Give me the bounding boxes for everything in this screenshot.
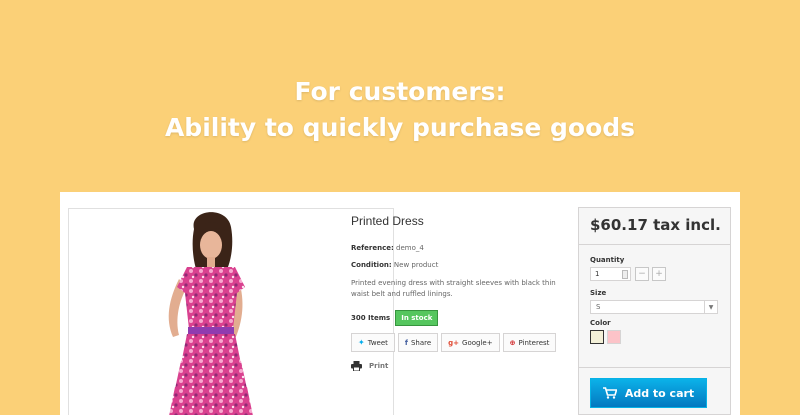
color-label: Color	[590, 319, 611, 327]
cart-area: Add to cart	[579, 368, 730, 408]
add-to-cart-button[interactable]: Add to cart	[590, 378, 707, 408]
chevron-down-icon: ▼	[704, 301, 717, 313]
google-plus-label: Google+	[462, 338, 493, 347]
cart-icon	[602, 387, 617, 399]
quantity-plus-button[interactable]: +	[652, 267, 666, 281]
product-name: Printed Dress	[351, 214, 424, 228]
printer-icon	[351, 361, 362, 371]
dress-model-illustration	[168, 212, 253, 415]
social-share-row: ✦ Tweet f Share g+ Google+ ⊕ Pinterest	[351, 333, 566, 352]
pinterest-button[interactable]: ⊕ Pinterest	[502, 333, 557, 352]
google-plus-button[interactable]: g+ Google+	[441, 333, 500, 352]
size-value: S	[596, 303, 601, 311]
quantity-spinner[interactable]	[622, 270, 628, 279]
quantity-row: 1 − +	[590, 267, 730, 281]
size-select[interactable]: S ▼	[590, 300, 718, 314]
print-link[interactable]: Print	[351, 361, 566, 371]
add-to-cart-label: Add to cart	[624, 386, 695, 400]
pinterest-label: Pinterest	[518, 338, 550, 347]
in-stock-badge: In stock	[395, 310, 439, 326]
headline-line-1: For customers:	[294, 77, 506, 106]
product-description: Printed evening dress with straight slee…	[351, 279, 556, 298]
color-swatch-beige[interactable]	[590, 330, 604, 344]
buy-box: $60.17 tax incl. Quantity 1 − + Size S ▼…	[578, 207, 731, 415]
quantity-available: 300 Items	[351, 314, 391, 322]
pinterest-icon: ⊕	[509, 338, 516, 347]
reference-label: Reference:	[351, 244, 394, 252]
facebook-share-button[interactable]: f Share	[397, 333, 439, 352]
condition-value: New product	[393, 261, 439, 269]
reference-row: Reference: demo_4	[351, 244, 566, 252]
facebook-icon: f	[404, 338, 408, 347]
tweet-button[interactable]: ✦ Tweet	[351, 333, 395, 352]
color-swatch-pink[interactable]	[607, 330, 621, 344]
product-info: Printed Dress Reference: demo_4 Conditio…	[351, 214, 566, 371]
share-label: Share	[410, 338, 432, 347]
headline: For customers: Ability to quickly purcha…	[0, 74, 800, 146]
print-label: Print	[369, 362, 389, 370]
product-image[interactable]	[68, 208, 394, 415]
headline-line-2: Ability to quickly purchase goods	[164, 113, 636, 142]
twitter-icon: ✦	[358, 338, 365, 347]
color-swatches	[590, 330, 730, 344]
quantity-input[interactable]: 1	[590, 267, 631, 281]
stock-row: 300 Items In stock	[351, 310, 566, 326]
quantity-value: 1	[595, 270, 600, 278]
reference-value: demo_4	[396, 244, 424, 252]
condition-label: Condition:	[351, 261, 392, 269]
product-options: Quantity 1 − + Size S ▼ Color	[579, 245, 730, 368]
product-panel: Printed Dress Reference: demo_4 Conditio…	[60, 192, 740, 415]
size-label: Size	[590, 289, 607, 297]
quantity-label: Quantity	[590, 256, 625, 264]
condition-row: Condition: New product	[351, 261, 566, 269]
price: $60.17 tax incl.	[579, 208, 730, 245]
quantity-minus-button[interactable]: −	[635, 267, 649, 281]
tweet-label: Tweet	[367, 338, 388, 347]
google-plus-icon: g+	[448, 338, 460, 347]
